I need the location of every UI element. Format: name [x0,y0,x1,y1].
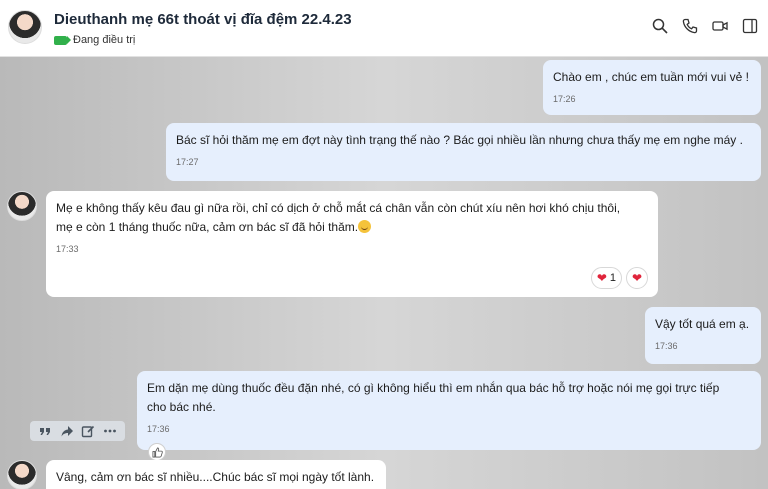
message-text: mẹ e còn 1 tháng thuốc nữa, cảm ơn bác s… [56,220,359,234]
contact-avatar[interactable] [7,460,37,489]
add-reaction-button[interactable]: ❤ [626,267,648,289]
contact-avatar[interactable] [7,191,37,221]
quote-icon[interactable] [38,424,52,438]
reaction-count: 1 [609,271,616,284]
status-text: Đang điều trị [73,34,136,46]
message-bubble[interactable]: Bác sĩ hỏi thăm mẹ em đợt này tình trạng… [166,123,761,181]
contact-name[interactable]: Dieuthanh mẹ 66t thoát vị đĩa đệm 22.4.2… [54,11,352,28]
video-call-icon[interactable] [712,18,728,34]
heart-icon: ❤ [596,270,607,285]
contact-avatar[interactable] [8,10,42,44]
message-action-toolbar [30,421,125,441]
message-time: 17:36 [147,424,170,434]
message-text: Chào em , chúc em tuần mới vui vẻ ! [553,70,749,84]
edit-icon[interactable] [81,424,95,438]
thumbs-up-icon [152,447,163,457]
message-time: 17:26 [553,94,576,104]
reaction-summary[interactable]: ❤ 1 [590,267,622,289]
message-text: Vậy tốt quá em ạ. [655,317,750,331]
more-icon[interactable] [103,424,117,438]
message-text: Bác sĩ hỏi thăm mẹ em đợt này tình trạng… [176,133,743,147]
forward-icon[interactable] [60,424,74,438]
phone-icon[interactable] [682,18,698,34]
message-list[interactable]: Chào em , chúc em tuần mới vui vẻ ! 17:2… [0,57,768,489]
message-text: Mẹ e không thấy kêu đau gì nữa rồi, chỉ … [56,201,621,215]
status-label[interactable]: Đang điều trị [54,34,135,46]
message-text: Em dặn mẹ dùng thuốc đều đặn nhé, có gì … [147,381,720,395]
message-bubble[interactable]: Mẹ e không thấy kêu đau gì nữa rồi, chỉ … [46,191,658,297]
message-time: 17:33 [56,244,79,254]
search-icon[interactable] [652,18,668,34]
message-bubble[interactable]: Vậy tốt quá em ạ. 17:36 [645,307,761,364]
message-text: cho bác nhé. [147,400,216,414]
message-bubble[interactable]: Em dặn mẹ dùng thuốc đều đặn nhé, có gì … [137,371,761,450]
sidebar-toggle-icon[interactable] [742,18,758,34]
message-bubble[interactable]: Chào em , chúc em tuần mới vui vẻ ! 17:2… [543,60,761,115]
message-bubble[interactable]: Vâng, cảm ơn bác sĩ nhiều....Chúc bác sĩ… [46,460,386,489]
message-text: Vâng, cảm ơn bác sĩ nhiều....Chúc bác sĩ… [56,470,375,484]
chat-header: Dieuthanh mẹ 66t thoát vị đĩa đệm 22.4.2… [0,0,768,57]
message-time: 17:36 [655,341,678,351]
grinning-face-emoji [358,220,372,233]
like-button[interactable] [148,443,166,461]
tag-icon [54,35,71,45]
message-time: 17:27 [176,157,199,167]
heart-icon: ❤ [631,270,643,285]
